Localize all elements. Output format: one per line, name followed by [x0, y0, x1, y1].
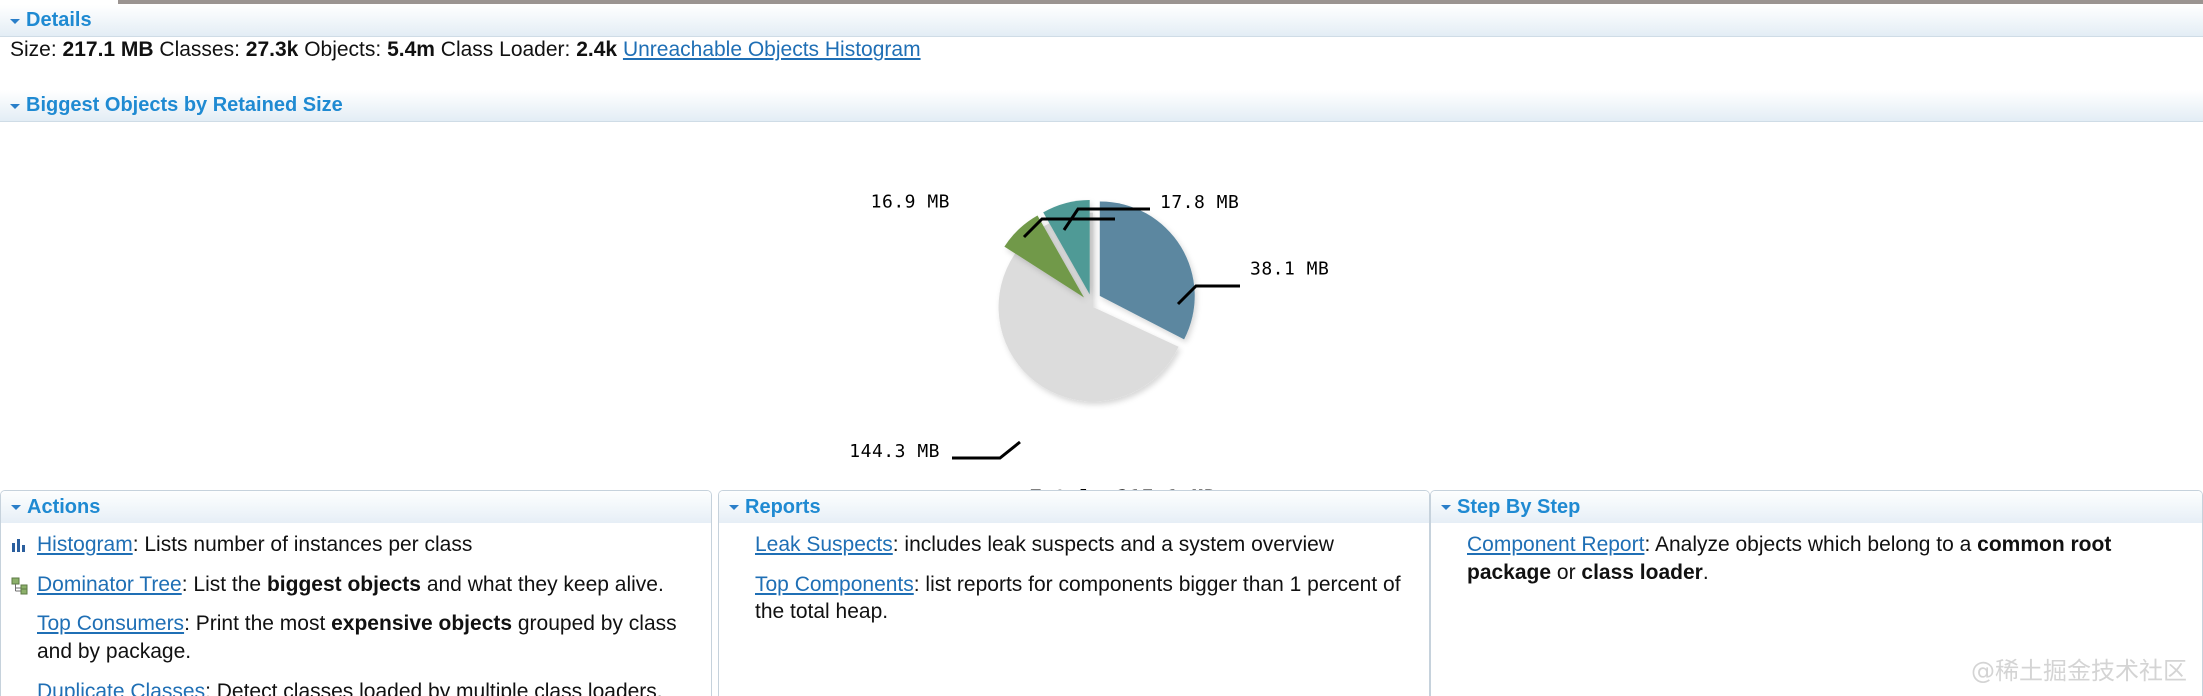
step-by-step-title: Step By Step [1457, 495, 1581, 518]
biggest-objects-panel: Biggest Objects by Retained Size 16.9 MB… [0, 90, 2203, 509]
plain-text: : includes leak suspects and a system ov… [892, 533, 1334, 556]
actions-list: Histogram: Lists number of instances per… [1, 525, 711, 696]
emphasis-text: class loader [1581, 560, 1703, 584]
details-section-header[interactable]: Details [0, 5, 2203, 37]
list-item: Top Components: list reports for compone… [729, 571, 1419, 626]
list-item: Top Consumers: Print the most expensive … [11, 610, 701, 665]
watermark: @稀土掘金技术社区 [1971, 657, 2187, 685]
top-rule [118, 0, 2203, 4]
link-histogram[interactable]: Histogram [37, 533, 133, 556]
link-leak-suspects[interactable]: Leak Suspects [755, 533, 893, 556]
chevron-down-icon[interactable] [725, 498, 743, 516]
list-item: Leak Suspects: includes leak suspects an… [729, 531, 1419, 559]
chevron-down-icon[interactable] [7, 498, 25, 516]
classloader-label: Class Loader: [440, 38, 571, 61]
emphasis-text: expensive objects [331, 612, 513, 636]
link-component-report[interactable]: Component Report [1467, 533, 1644, 556]
pie-label-teal: 17.8 MB [1160, 192, 1240, 213]
actions-panel: Actions Histogram: Lists number of insta… [0, 490, 712, 696]
icon-placeholder [11, 682, 33, 696]
objects-value: 5.4m [387, 38, 435, 61]
list-item: Dominator Tree: List the biggest objects… [11, 571, 701, 599]
retained-size-pie-chart[interactable]: 16.9 MB 17.8 MB 38.1 MB 144.3 MB Total: … [0, 122, 2203, 509]
pie-label-blue: 38.1 MB [1250, 258, 1330, 280]
unreachable-objects-histogram-link[interactable]: Unreachable Objects Histogram [623, 38, 921, 61]
details-summary: Size: 217.1 MB Classes: 27.3k Objects: 5… [10, 38, 921, 62]
list-item: Histogram: Lists number of instances per… [11, 531, 701, 559]
link-duplicate-classes[interactable]: Duplicate Classes [37, 680, 205, 696]
plain-text: : Analyze objects which belong to a [1644, 533, 1978, 556]
biggest-objects-section-header[interactable]: Biggest Objects by Retained Size [0, 90, 2203, 122]
classes-label: Classes: [159, 38, 240, 61]
list-item-text: Top Components: list reports for compone… [755, 571, 1419, 626]
histogram-icon [11, 535, 33, 559]
plain-text: : Lists number of instances per class [132, 533, 473, 556]
emphasis-text: biggest objects [266, 572, 421, 596]
top-rule-left [0, 0, 118, 4]
chevron-down-icon[interactable] [6, 97, 24, 115]
reports-list: Leak Suspects: includes leak suspects an… [719, 525, 1429, 696]
list-item-text: Component Report: Analyze objects which … [1467, 531, 2192, 586]
classloader-value: 2.4k [576, 38, 618, 61]
link-dominator-tree[interactable]: Dominator Tree [37, 573, 182, 596]
list-item-text: Leak Suspects: includes leak suspects an… [755, 531, 1419, 559]
size-value: 217.1 MB [62, 38, 154, 61]
chevron-down-icon[interactable] [1437, 498, 1455, 516]
list-item-text: Duplicate Classes: Detect classes loaded… [37, 678, 701, 696]
dominator-tree-icon [11, 575, 33, 599]
list-item: Duplicate Classes: Detect classes loaded… [11, 678, 701, 696]
icon-placeholder [11, 614, 33, 638]
leader-line-gray [952, 440, 1021, 460]
reports-title: Reports [745, 495, 821, 518]
link-top-consumers[interactable]: Top Consumers [37, 612, 184, 635]
list-item-text: Histogram: Lists number of instances per… [37, 531, 701, 559]
reports-section-header[interactable]: Reports [719, 491, 1429, 523]
chevron-down-icon[interactable] [6, 12, 24, 30]
reports-panel: Reports Leak Suspects: includes leak sus… [718, 490, 1430, 696]
link-top-components[interactable]: Top Components [755, 573, 914, 596]
list-item-text: Top Consumers: Print the most expensive … [37, 610, 701, 665]
plain-text: : Print the most [184, 612, 332, 636]
plain-text: or [1551, 560, 1582, 584]
list-item: Component Report: Analyze objects which … [1441, 531, 2192, 586]
pie-label-green: 16.9 MB [870, 191, 950, 213]
plain-text: : Detect classes loaded by multiple clas… [205, 679, 663, 696]
pie-label-gray: 144.3 MB [849, 441, 940, 462]
icon-placeholder [1441, 535, 1463, 559]
plain-text: and what they keep alive. [420, 572, 664, 596]
pie-chart-svg [952, 200, 1240, 460]
actions-section-header[interactable]: Actions [1, 491, 711, 523]
step-by-step-section-header[interactable]: Step By Step [1431, 491, 2202, 523]
biggest-objects-title: Biggest Objects by Retained Size [26, 94, 343, 116]
icon-placeholder [729, 575, 751, 599]
details-title: Details [26, 9, 92, 31]
classes-value: 27.3k [245, 38, 299, 61]
objects-label: Objects: [304, 38, 382, 61]
actions-title: Actions [27, 495, 101, 518]
plain-text: : List the [181, 572, 267, 596]
list-item-text: Dominator Tree: List the biggest objects… [37, 571, 701, 599]
plain-text: . [1702, 560, 1709, 584]
size-label: Size: [10, 38, 57, 61]
icon-placeholder [729, 535, 751, 559]
